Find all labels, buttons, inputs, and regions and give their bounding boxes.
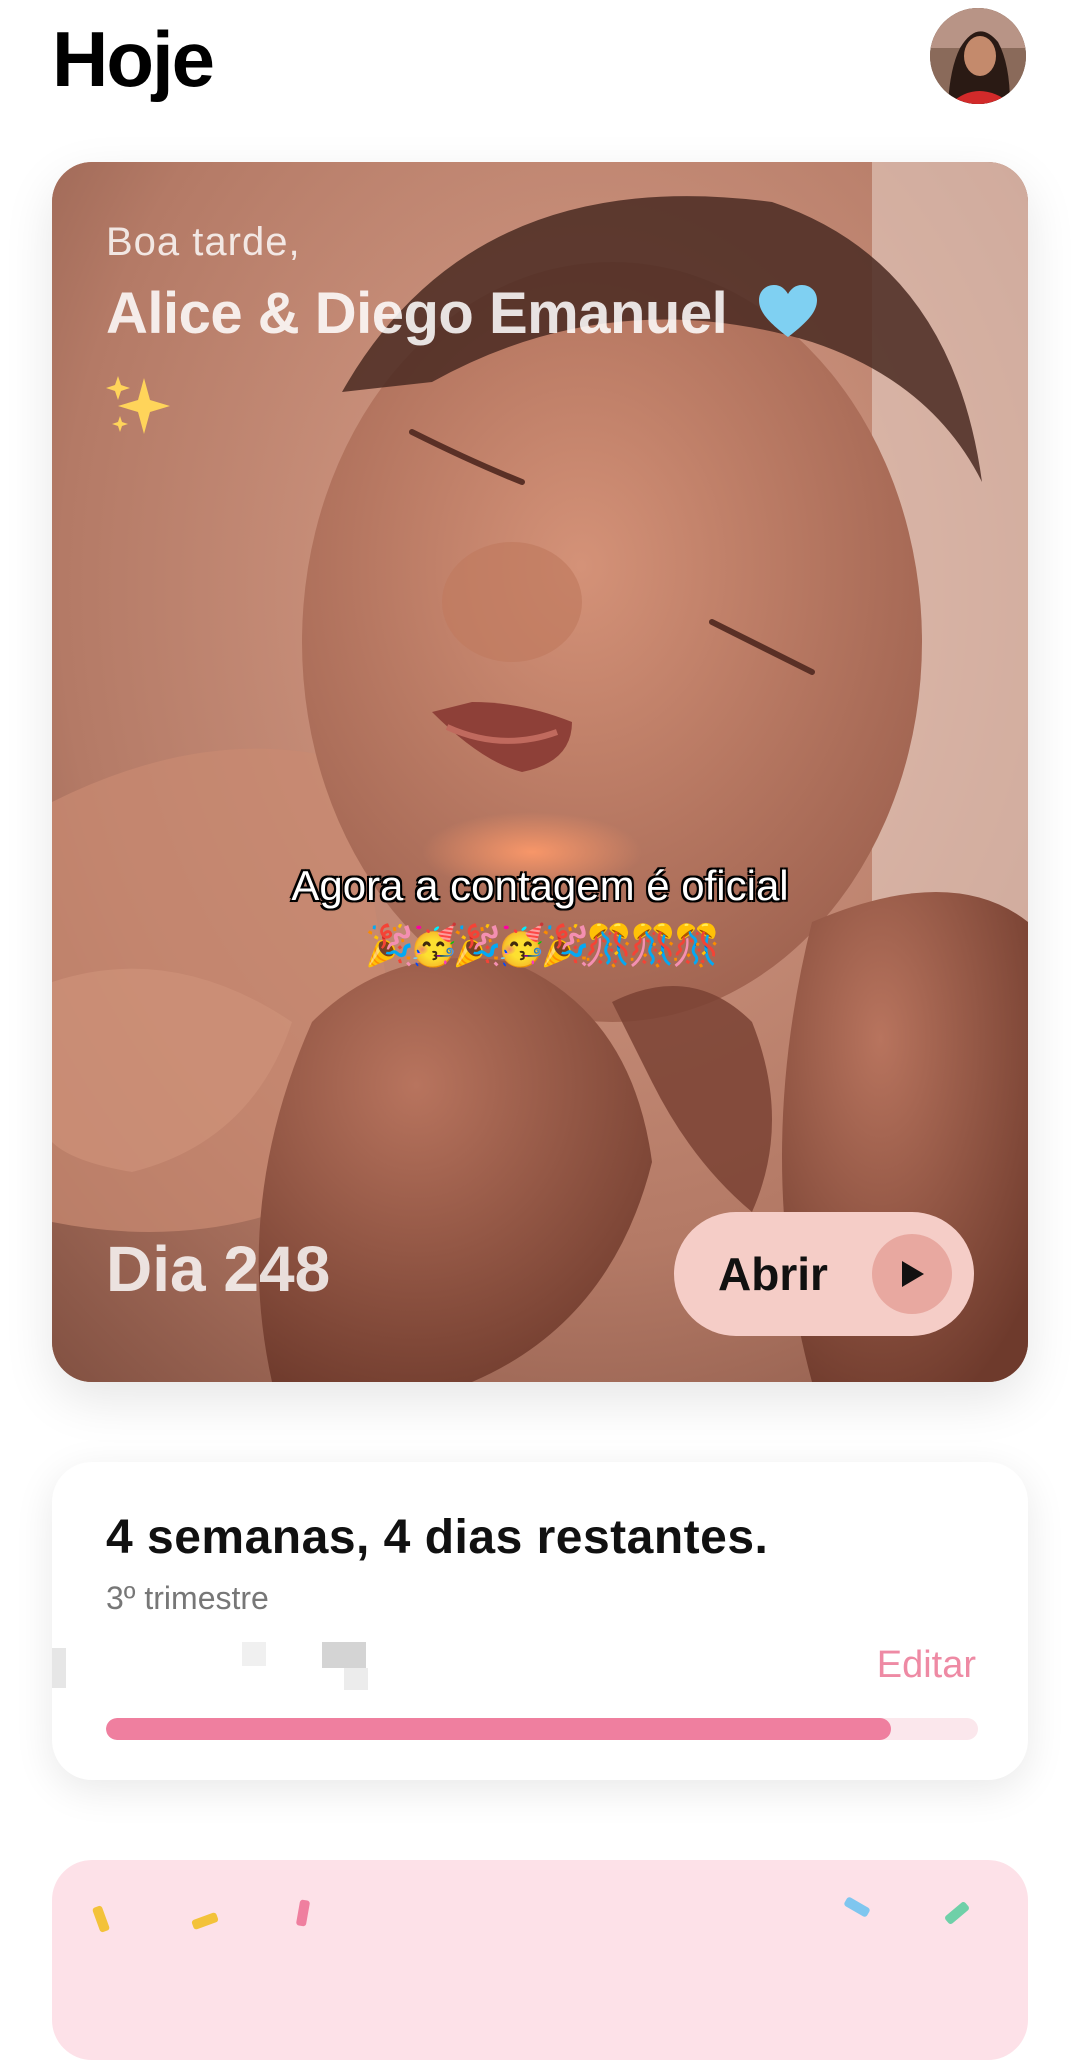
pregnancy-progress-bar [106,1718,978,1740]
obscured-due-date-fragment [242,1642,266,1666]
progress-fill [106,1718,891,1740]
confetti-piece [295,1899,311,1927]
time-remaining: 4 semanas, 4 dias restantes. [106,1511,769,1564]
next-card-peek[interactable] [52,1860,1028,2060]
confetti-piece [943,1900,971,1926]
confetti-piece [91,1905,111,1933]
confetti-piece [843,1896,871,1918]
open-button-label: Abrir [718,1248,828,1300]
trimester-label: 3º trimestre [106,1580,269,1616]
obscured-due-date-fragment [344,1668,368,1690]
play-icon [872,1234,952,1314]
open-button[interactable]: Abrir [674,1212,974,1336]
confetti-piece [191,1911,219,1931]
video-caption: Agora a contagem é oficial [291,862,789,909]
edit-due-date-link[interactable]: Editar [877,1644,976,1687]
day-counter: Dia 248 [106,1233,331,1305]
greeting-text: Boa tarde, [106,220,301,264]
profile-avatar[interactable] [930,8,1026,104]
avatar-photo [930,8,1026,104]
obscured-due-date-fragment [322,1642,366,1668]
sparkles-icon [104,370,174,445]
blue-heart-icon [757,283,819,353]
pregnancy-progress-card: 4 semanas, 4 dias restantes. 3º trimestr… [52,1462,1028,1780]
parent-baby-names: Alice & Diego Emanuel [106,280,819,353]
celebration-emojis: 🎉🥳🎉🥳🎉🎊🎊🎊 [364,924,721,968]
names-text: Alice & Diego Emanuel [106,281,728,346]
daily-baby-card[interactable]: Boa tarde, Alice & Diego Emanuel Agora a… [52,162,1028,1382]
page-title: Hoje [52,15,215,103]
obscured-due-date [52,1648,66,1688]
